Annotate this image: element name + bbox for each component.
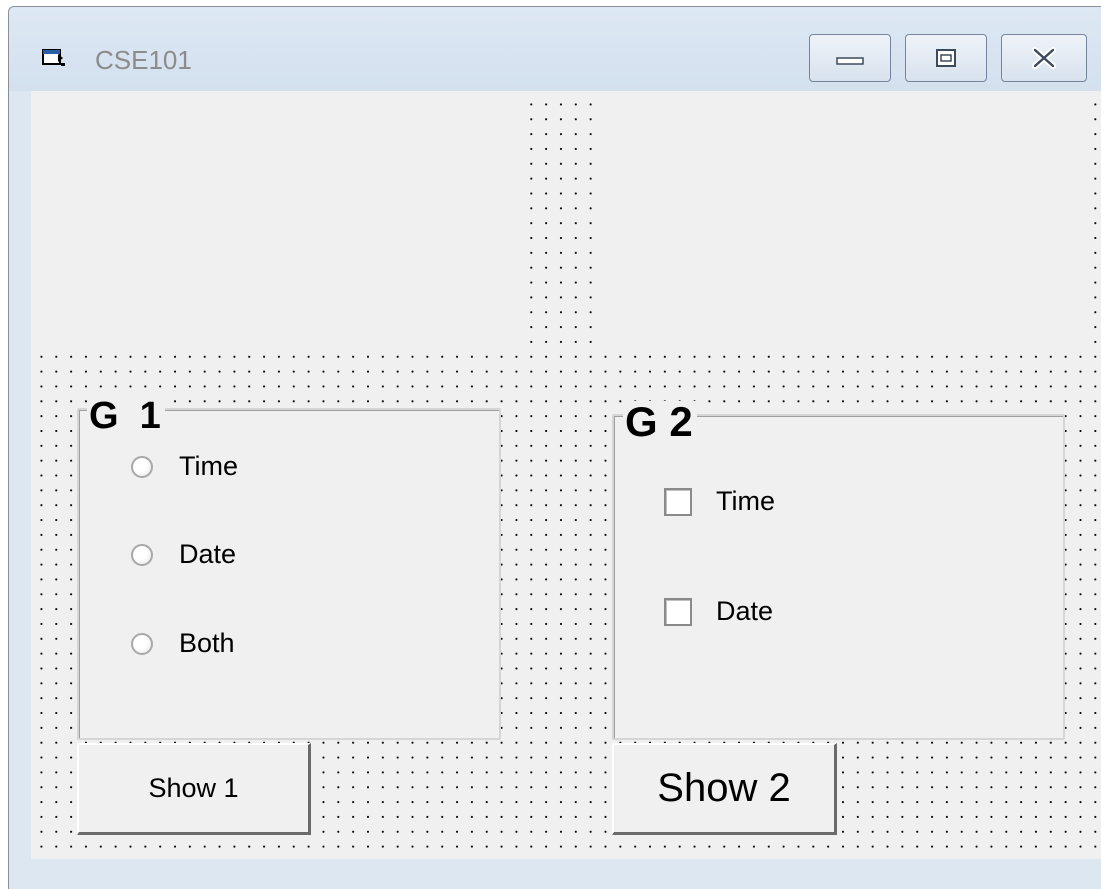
blank-panel-right xyxy=(601,103,1088,351)
group-box-1-title: G 1 xyxy=(87,397,165,435)
radio-button-date[interactable] xyxy=(131,543,153,566)
checkbox-label-date: Date xyxy=(716,596,774,626)
checkbox-label-time: Time xyxy=(716,486,775,516)
group-box-2[interactable] xyxy=(612,414,1065,740)
radio-option-both[interactable]: Both xyxy=(131,628,235,659)
radio-label-date: Date xyxy=(179,539,237,569)
minimize-icon xyxy=(836,57,864,65)
close-button[interactable] xyxy=(1001,34,1087,82)
designer-window: CSE101 G 1 Time Date Both Show 1 G 2 Tim… xyxy=(8,6,1101,889)
group-box-2-title: G 2 xyxy=(623,401,697,443)
blank-panel-left xyxy=(31,103,519,351)
form-window-icon xyxy=(42,49,65,66)
minimize-button[interactable] xyxy=(809,34,891,82)
checkbox-option-date[interactable]: Date xyxy=(664,596,773,627)
show-1-button[interactable]: Show 1 xyxy=(77,743,311,835)
radio-option-time[interactable]: Time xyxy=(131,451,238,482)
checkbox-option-time[interactable]: Time xyxy=(664,486,775,517)
radio-button-time[interactable] xyxy=(131,455,153,478)
title-bar[interactable]: CSE101 xyxy=(9,7,1101,91)
window-title: CSE101 xyxy=(95,45,192,75)
close-icon xyxy=(1032,47,1056,69)
checkbox-time[interactable] xyxy=(664,487,692,516)
checkbox-date[interactable] xyxy=(664,597,692,626)
maximize-button[interactable] xyxy=(905,34,987,82)
radio-button-both[interactable] xyxy=(131,632,153,655)
form-design-surface[interactable]: G 1 Time Date Both Show 1 G 2 Time Date … xyxy=(31,91,1101,859)
maximize-icon xyxy=(936,49,956,67)
radio-label-both: Both xyxy=(179,628,235,658)
radio-option-date[interactable]: Date xyxy=(131,539,236,570)
radio-label-time: Time xyxy=(179,451,238,481)
show-2-button[interactable]: Show 2 xyxy=(612,743,837,835)
